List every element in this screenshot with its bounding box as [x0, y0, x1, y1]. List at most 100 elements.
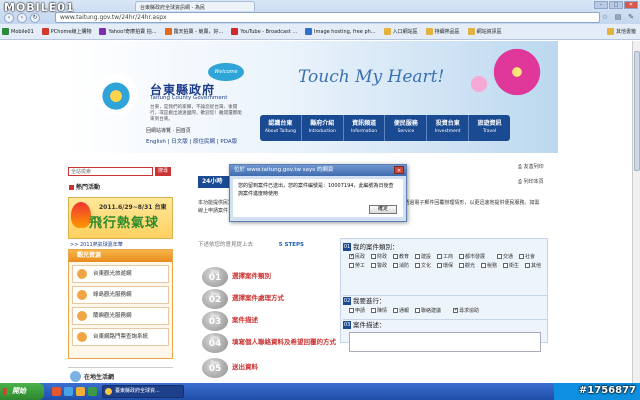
checkbox-icon[interactable] — [349, 254, 354, 259]
scrollbar-thumb[interactable] — [634, 51, 640, 171]
step-label[interactable]: 選擇案件處理方式 — [232, 294, 342, 302]
quick-launch-icon[interactable] — [76, 387, 85, 396]
checkbox-icon[interactable] — [437, 254, 442, 259]
checkbox-option[interactable]: 教育 — [393, 252, 415, 261]
close-window-button[interactable]: ✕ — [624, 1, 638, 9]
description-textarea[interactable] — [349, 332, 541, 352]
checkbox-icon[interactable] — [415, 263, 420, 268]
close-icon[interactable]: ✕ — [394, 166, 404, 174]
star-icon[interactable]: ☆ — [600, 12, 610, 22]
checkbox-icon[interactable] — [415, 254, 420, 259]
quick-launch-icon[interactable] — [52, 387, 61, 396]
search-input[interactable] — [68, 167, 153, 176]
checkbox-option[interactable]: 勞工 — [349, 261, 371, 270]
checkbox-icon[interactable] — [393, 254, 398, 259]
utility-links[interactable]: 回網站導覽 · 回首頁 — [146, 127, 191, 134]
bookmark-item[interactable]: YouTube - Broadcast ... — [231, 28, 297, 35]
step-label[interactable]: 選擇案件類別 — [232, 272, 342, 280]
bookmark-item[interactable]: Yahoo!奇摩拍賣 拍... — [99, 28, 157, 35]
step-label[interactable]: 填寫個人聯絡資料及希望回覆的方式 — [232, 338, 342, 346]
checkbox-icon[interactable] — [503, 263, 508, 268]
checkbox-option[interactable]: 民政 — [349, 252, 371, 261]
checkbox-option[interactable]: 聯絡建議 — [415, 306, 453, 315]
checkbox-option[interactable]: 衛生 — [503, 261, 525, 270]
checkbox-option[interactable]: 工商 — [437, 252, 459, 261]
quick-launch-icon[interactable] — [88, 387, 97, 396]
bookmark-item[interactable]: 入口網站區 — [383, 28, 418, 35]
nav-item[interactable]: 資訊頻道 Information — [344, 115, 386, 141]
checkbox-option[interactable]: 尋求協助 — [453, 306, 491, 315]
checkbox-option[interactable]: 建設 — [415, 252, 437, 261]
step-label[interactable]: 案件描述 — [232, 316, 342, 324]
checkbox-option[interactable]: 交通 — [497, 252, 519, 261]
checkbox-icon[interactable] — [481, 263, 486, 268]
checkbox-option[interactable]: 財政 — [371, 252, 393, 261]
start-button[interactable]: 開始 — [0, 383, 44, 400]
ok-button[interactable]: 確定 — [369, 205, 397, 214]
page-scrollbar[interactable] — [632, 41, 640, 383]
checkbox-icon[interactable] — [525, 263, 530, 268]
bookmark-item[interactable]: Mobile01 — [2, 28, 34, 35]
print-page-link[interactable]: ⎙ 列印本頁 — [518, 178, 544, 185]
bookmark-item[interactable]: Image hosting, free ph... — [305, 28, 376, 35]
checkbox-icon[interactable] — [349, 263, 354, 268]
tourism-link[interactable]: 台東網路門票查詢系統 — [72, 328, 169, 346]
checkbox-option[interactable]: 環保 — [437, 261, 459, 270]
nav-item[interactable]: 縣府介紹 Introduction — [302, 115, 344, 141]
print-friendly-link[interactable]: ⎙ 友善列印 — [518, 163, 544, 170]
checkbox-option[interactable]: 其他 — [525, 261, 547, 270]
checkbox-icon[interactable] — [371, 308, 376, 313]
language-links[interactable]: English | 日文版 | 原住民網 | PDA版 — [146, 137, 237, 145]
reload-icon[interactable]: ↻ — [30, 12, 40, 23]
tourism-link[interactable]: 綠島觀光服務網 — [72, 286, 169, 304]
tourism-link[interactable]: 蘭嶼觀光服務網 — [72, 307, 169, 325]
checkbox-option[interactable]: 申請 — [349, 306, 371, 315]
forward-icon[interactable]: › — [17, 12, 27, 23]
bookmark-item[interactable]: 持續熱品區 — [425, 28, 460, 35]
page-menu-icon[interactable]: ▤ — [613, 12, 623, 22]
checkbox-icon[interactable] — [415, 308, 420, 313]
other-bookmarks[interactable]: 其他書籤 — [606, 28, 636, 35]
quick-launch-icon[interactable] — [64, 387, 73, 396]
address-bar[interactable]: www.taitung.gov.tw/24hr/24hr.aspx — [55, 12, 600, 23]
checkbox-icon[interactable] — [371, 254, 376, 259]
maximize-button[interactable]: □ — [609, 1, 623, 9]
checkbox-option[interactable]: 陳情 — [371, 306, 393, 315]
checkbox-icon[interactable] — [453, 308, 458, 313]
bookmark-item[interactable]: 露天拍賣 - 競賣，好... — [164, 28, 223, 35]
checkbox-icon[interactable] — [497, 254, 502, 259]
nav-item[interactable]: 認識台東 About Taitung — [260, 115, 302, 141]
checkbox-icon[interactable] — [519, 254, 524, 259]
nav-item[interactable]: 便民服務 Service — [385, 115, 428, 141]
checkbox-icon[interactable] — [393, 308, 398, 313]
hot-event-link[interactable]: >> 2011熱氣球嘉年華 — [70, 241, 123, 248]
checkbox-icon[interactable] — [393, 263, 398, 268]
checkbox-option[interactable]: 都市發展 — [459, 252, 497, 261]
checkbox-option[interactable]: 觀光 — [459, 261, 481, 270]
checkbox-icon[interactable] — [459, 263, 464, 268]
search-button[interactable]: 搜尋 — [155, 167, 171, 176]
nav-item[interactable]: 投資台東 Investment — [427, 115, 470, 141]
checkbox-option[interactable]: 文化 — [415, 261, 437, 270]
checkbox-option[interactable]: 通報 — [393, 306, 415, 315]
checkbox-option[interactable]: 警政 — [371, 261, 393, 270]
county-logo-icon[interactable] — [94, 73, 138, 115]
nav-item[interactable]: 旅遊資訊 Travel — [469, 115, 510, 141]
back-icon[interactable]: ‹ — [4, 12, 14, 23]
checkbox-icon[interactable] — [437, 263, 442, 268]
checkbox-icon[interactable] — [371, 263, 376, 268]
checkbox-option[interactable]: 消防 — [393, 261, 415, 270]
minimize-button[interactable]: – — [594, 1, 608, 9]
taskbar-window-item[interactable]: 臺東縣政府全球資... — [102, 385, 184, 398]
bookmark-item[interactable]: PChome線上購物 — [41, 28, 91, 35]
checkbox-icon[interactable] — [349, 308, 354, 313]
browser-tab[interactable]: 台東縣政府全球資訊網 - 為民 — [135, 1, 255, 11]
checkbox-icon[interactable] — [459, 254, 464, 259]
checkbox-option[interactable]: 稅務 — [481, 261, 503, 270]
wrench-icon[interactable]: ✎ — [626, 12, 636, 22]
checkbox-option[interactable]: 社會 — [519, 252, 541, 261]
hot-event-banner[interactable]: 2011.6/29~8/31 台東 飛行熱氣球 — [68, 197, 173, 239]
step-label[interactable]: 送出資料 — [232, 363, 342, 371]
tourism-link[interactable]: 台東觀光旅遊網 — [72, 265, 169, 283]
bookmark-item[interactable]: 網站資訊區 — [467, 28, 502, 35]
